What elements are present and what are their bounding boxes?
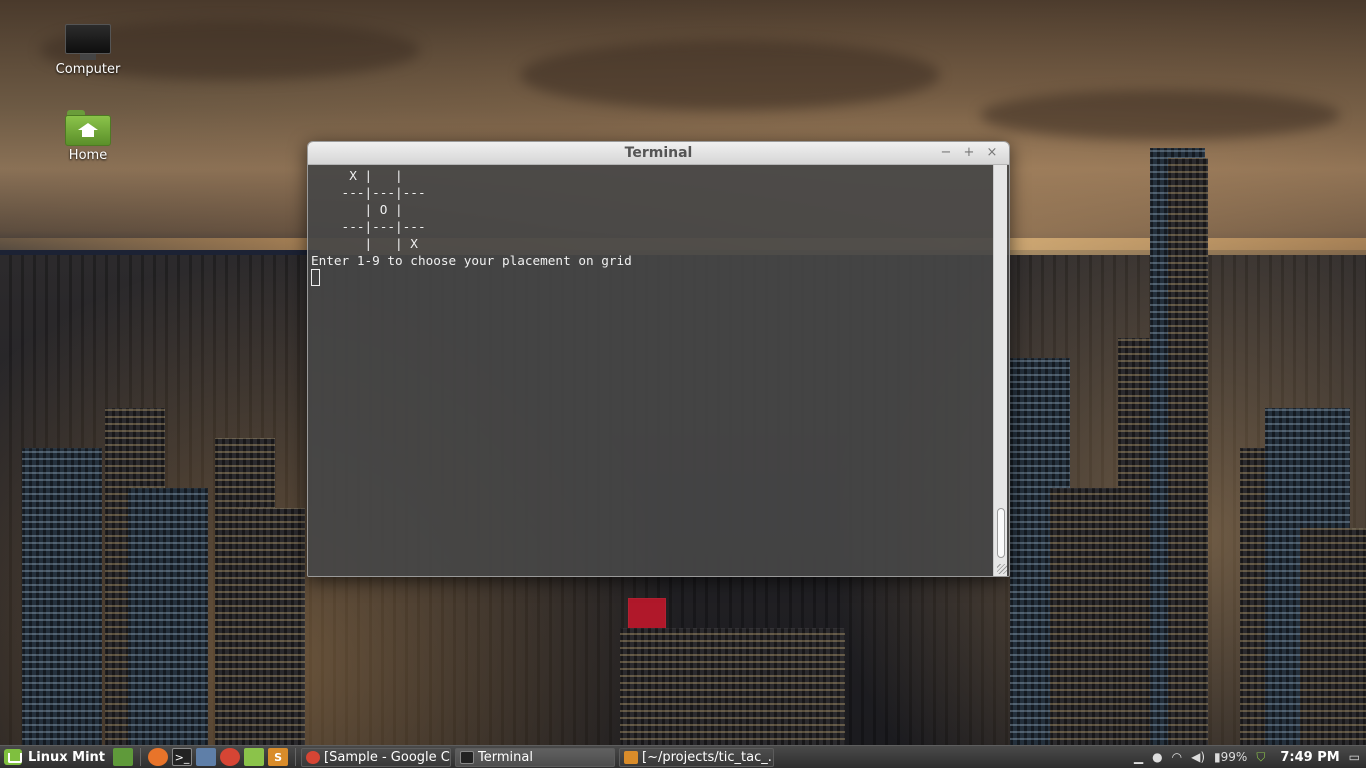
desktop-icon-label: Computer	[55, 62, 121, 77]
show-desktop-icon[interactable]	[113, 748, 134, 766]
linux-mint-logo-icon	[4, 749, 22, 765]
window-titlebar[interactable]: Terminal − + ×	[308, 142, 1009, 165]
firefox-icon[interactable]	[148, 748, 169, 766]
workspace-switcher-icon[interactable]: ▭	[1349, 750, 1360, 764]
taskbar-item-chrome[interactable]: [Sample - Google C...	[301, 747, 452, 767]
system-tray: ▁ ● ◠ ◀) ▮99% ⛉ 7:49 PM ▭	[1134, 750, 1366, 765]
home-folder-icon	[65, 108, 111, 146]
desktop-icon-computer[interactable]: Computer	[43, 24, 133, 77]
desktop-icon-label: Home	[68, 148, 108, 163]
terminal-line: Enter 1-9 to choose your placement on gr…	[311, 253, 632, 268]
terminal-line: X | |	[311, 168, 403, 183]
clock[interactable]: 7:49 PM	[1280, 750, 1339, 765]
minimize-button[interactable]: −	[939, 145, 953, 161]
keyboard-layout-icon[interactable]: ▁	[1134, 750, 1143, 764]
scrollbar-thumb[interactable]	[997, 508, 1005, 558]
menu-label: Linux Mint	[28, 749, 106, 765]
desktop-icon-home[interactable]: Home	[43, 108, 133, 163]
terminal-content-area[interactable]: X | | ---|---|--- | O | ---|---|--- | | …	[308, 165, 1009, 576]
user-icon[interactable]: ●	[1152, 750, 1162, 764]
taskbar-item-terminal[interactable]: Terminal	[455, 747, 616, 767]
resize-grip[interactable]	[997, 564, 1007, 574]
menu-button[interactable]: Linux Mint	[0, 746, 111, 768]
computer-icon	[64, 24, 112, 60]
panel-separator	[140, 748, 142, 766]
volume-icon[interactable]: ◀)	[1191, 750, 1205, 764]
terminal-line: ---|---|---	[311, 219, 426, 234]
battery-indicator[interactable]: ▮99%	[1214, 750, 1247, 764]
bottom-panel: Linux Mint >_ S [Sample - Google C... Te…	[0, 745, 1366, 768]
wifi-icon[interactable]: ◠	[1172, 750, 1182, 764]
task-label: [~/projects/tic_tac_...	[642, 749, 775, 765]
sublime-text-icon	[624, 750, 639, 764]
sublime-text-icon[interactable]: S	[268, 748, 289, 766]
task-label: [Sample - Google C...	[324, 749, 452, 765]
chrome-icon[interactable]	[220, 748, 241, 766]
close-button[interactable]: ×	[985, 145, 999, 161]
terminal-scrollbar[interactable]	[993, 165, 1007, 576]
terminal-line: | | X	[311, 236, 418, 251]
maximize-button[interactable]: +	[962, 145, 976, 161]
terminal-line: ---|---|---	[311, 185, 426, 200]
taskbar-item-sublime[interactable]: [~/projects/tic_tac_...	[619, 747, 775, 767]
task-label: Terminal	[478, 749, 533, 765]
terminal-icon	[460, 750, 475, 764]
terminal-cursor	[311, 269, 320, 286]
terminal-output: X | | ---|---|--- | O | ---|---|--- | | …	[311, 167, 991, 286]
terminal-icon[interactable]: >_	[172, 748, 193, 766]
files-icon[interactable]	[244, 748, 265, 766]
chrome-icon	[306, 750, 321, 764]
update-shield-icon[interactable]: ⛉	[1256, 750, 1265, 765]
battery-percent: 99%	[1220, 750, 1248, 764]
terminal-window[interactable]: Terminal − + × X | | ---|---|--- | O | -…	[307, 141, 1010, 577]
screenshot-icon[interactable]	[196, 748, 217, 766]
window-title: Terminal	[624, 145, 693, 161]
terminal-line: | O |	[311, 202, 403, 217]
battery-icon: ▮	[1214, 750, 1221, 764]
panel-separator	[295, 748, 297, 766]
